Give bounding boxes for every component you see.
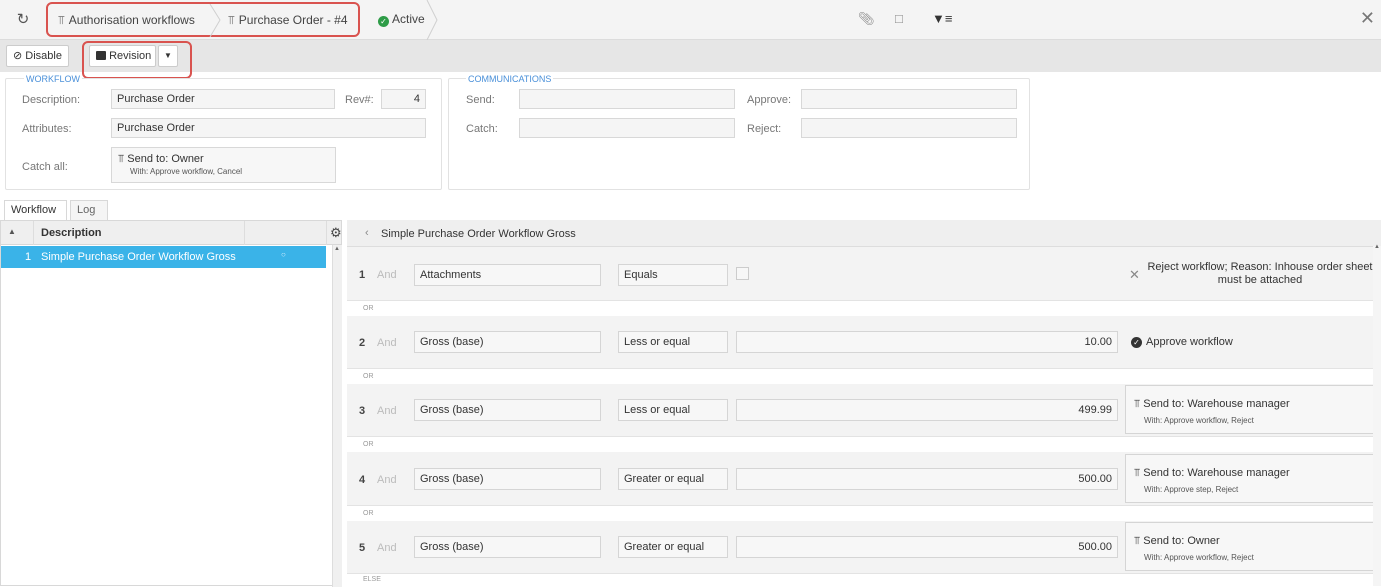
rule-row[interactable]: 2 And Gross (base) Less or equal 10.00 ✓… (347, 316, 1377, 369)
rule-operator[interactable]: Greater or equal (618, 536, 728, 558)
workflow-list-panel: ▲ Description ⚙ 1 Simple Purchase Order … (0, 220, 342, 587)
rule-operator[interactable]: Less or equal (618, 399, 728, 421)
send-label: Send: (466, 94, 495, 106)
rule-action: Reject workflow; Reason: Inhouse order s… (1147, 261, 1373, 286)
reject-label: Reject: (747, 123, 782, 135)
list-header: ▲ Description ⚙ (1, 221, 342, 245)
close-icon[interactable]: ✕ (1360, 8, 1375, 29)
rule-action-box[interactable]: ⫪ Send to: Warehouse manager With: Appro… (1125, 454, 1375, 503)
catch-label: Catch: (466, 123, 498, 135)
description-field[interactable]: Purchase Order (111, 89, 335, 109)
approve-label: Approve: (747, 94, 792, 106)
catch-all-label: Catch all: (22, 161, 68, 173)
rule-value[interactable]: 499.99 (736, 399, 1118, 421)
tab-workflow[interactable]: Workflow (4, 200, 67, 220)
rule-field[interactable]: Gross (base) (414, 536, 601, 558)
workflow-detail-panel: ‹ Simple Purchase Order Workflow Gross 1… (347, 220, 1381, 586)
breadcrumb-separator (209, 4, 221, 37)
attributes-field[interactable]: Purchase Order (111, 118, 426, 138)
rule-operator[interactable]: Greater or equal (618, 468, 728, 490)
revision-highlight (82, 41, 192, 79)
check-circle-icon: ✓ (378, 16, 389, 27)
detail-title: Simple Purchase Order Workflow Gross (381, 228, 576, 240)
communications-section-title: COMMUNICATIONS (466, 74, 554, 84)
or-separator: OR (347, 437, 1377, 452)
workflow-icon: ⫪ (58, 13, 65, 27)
disable-icon: ⊘ (13, 50, 23, 62)
workflow-section-title: WORKFLOW (24, 74, 82, 84)
toolbar: ⊘ Disable Revision ▼ (0, 40, 1381, 72)
breadcrumb-item-authorisation-workflows[interactable]: ⫪ Authorisation workflows (58, 13, 195, 28)
scroll-up-icon[interactable]: ▲ (334, 246, 340, 252)
breadcrumb-separator (426, 0, 438, 40)
rev-label: Rev#: (345, 94, 374, 106)
or-separator: OR (347, 301, 1377, 316)
rule-value-checkbox[interactable] (736, 267, 749, 280)
workflow-icon: ⫪ (118, 153, 125, 165)
scroll-up-icon[interactable]: ▲ (1374, 244, 1380, 250)
tab-log[interactable]: Log (70, 200, 108, 220)
rule-value[interactable]: 10.00 (736, 331, 1118, 353)
rule-field[interactable]: Attachments (414, 264, 601, 286)
disable-button[interactable]: ⊘ Disable (6, 45, 69, 67)
filter-list-icon[interactable]: ▼≡ (932, 11, 952, 26)
workflow-icon: ⫪ (1134, 398, 1141, 410)
rule-action-box[interactable]: ⫪ Send to: Owner With: Approve workflow,… (1125, 522, 1375, 571)
rule-field[interactable]: Gross (base) (414, 331, 601, 353)
refresh-icon[interactable]: ↻ (14, 11, 32, 29)
comment-icon[interactable]: □ (895, 11, 903, 26)
rule-operator[interactable]: Less or equal (618, 331, 728, 353)
detail-header: ‹ Simple Purchase Order Workflow Gross (347, 220, 1381, 247)
workflow-icon: ⫪ (1134, 467, 1141, 479)
rule-operator[interactable]: Equals (618, 264, 728, 286)
rule-field[interactable]: Gross (base) (414, 399, 601, 421)
catch-all-field[interactable]: ⫪ Send to: Owner With: Approve workflow,… (111, 147, 336, 183)
rule-field[interactable]: Gross (base) (414, 468, 601, 490)
rule-action: Approve workflow (1146, 336, 1233, 348)
collapse-chevron-icon[interactable]: ‹ (365, 227, 369, 239)
rule-action-box[interactable]: ⫪ Send to: Warehouse manager With: Appro… (1125, 385, 1375, 434)
send-field[interactable] (519, 89, 735, 109)
catch-field[interactable] (519, 118, 735, 138)
breadcrumb-item-purchase-order[interactable]: ⫪ Purchase Order - #4 (228, 13, 348, 28)
rule-value[interactable]: 500.00 (736, 536, 1118, 558)
detail-scrollbar[interactable]: ▲ (1373, 244, 1381, 586)
reject-field[interactable] (801, 118, 1017, 138)
row-status-circle-icon: ○ (281, 250, 286, 259)
rule-row[interactable]: 4 And Gross (base) Greater or equal 500.… (347, 452, 1377, 506)
workflow-icon: ⫪ (1134, 535, 1141, 547)
else-separator: ELSE (347, 574, 1377, 586)
check-circle-icon: ✓ (1131, 337, 1142, 348)
approve-field[interactable] (801, 89, 1017, 109)
rule-row[interactable]: 3 And Gross (base) Less or equal 499.99 … (347, 384, 1377, 437)
reject-x-icon: ✕ (1129, 267, 1140, 282)
table-row[interactable]: 1 Simple Purchase Order Workflow Gross ○ (1, 246, 326, 268)
status-badge: ✓ Active (378, 12, 425, 27)
description-column-header[interactable]: Description (41, 227, 102, 239)
workflow-icon: ⫪ (228, 13, 235, 27)
paperclip-icon[interactable]: 📎︎ (858, 11, 875, 27)
rule-row[interactable]: 1 And Attachments Equals ✕ Reject workfl… (347, 247, 1377, 301)
or-separator: OR (347, 369, 1377, 384)
title-bar: ↻ ⫪ Authorisation workflows ⫪ Purchase Ord… (0, 0, 1381, 40)
list-scrollbar[interactable]: ▲ (332, 245, 342, 587)
or-separator: OR (347, 506, 1377, 521)
breadcrumb: ⫪ Authorisation workflows ⫪ Purchase Order… (46, 2, 360, 37)
attributes-label: Attributes: (22, 123, 72, 135)
sort-asc-icon[interactable]: ▲ (8, 227, 16, 236)
description-label: Description: (22, 94, 81, 106)
settings-gear-icon[interactable]: ⚙ (330, 225, 342, 241)
rule-row[interactable]: 5 And Gross (base) Greater or equal 500.… (347, 521, 1377, 574)
rev-field[interactable]: 4 (381, 89, 426, 109)
rule-value[interactable]: 500.00 (736, 468, 1118, 490)
